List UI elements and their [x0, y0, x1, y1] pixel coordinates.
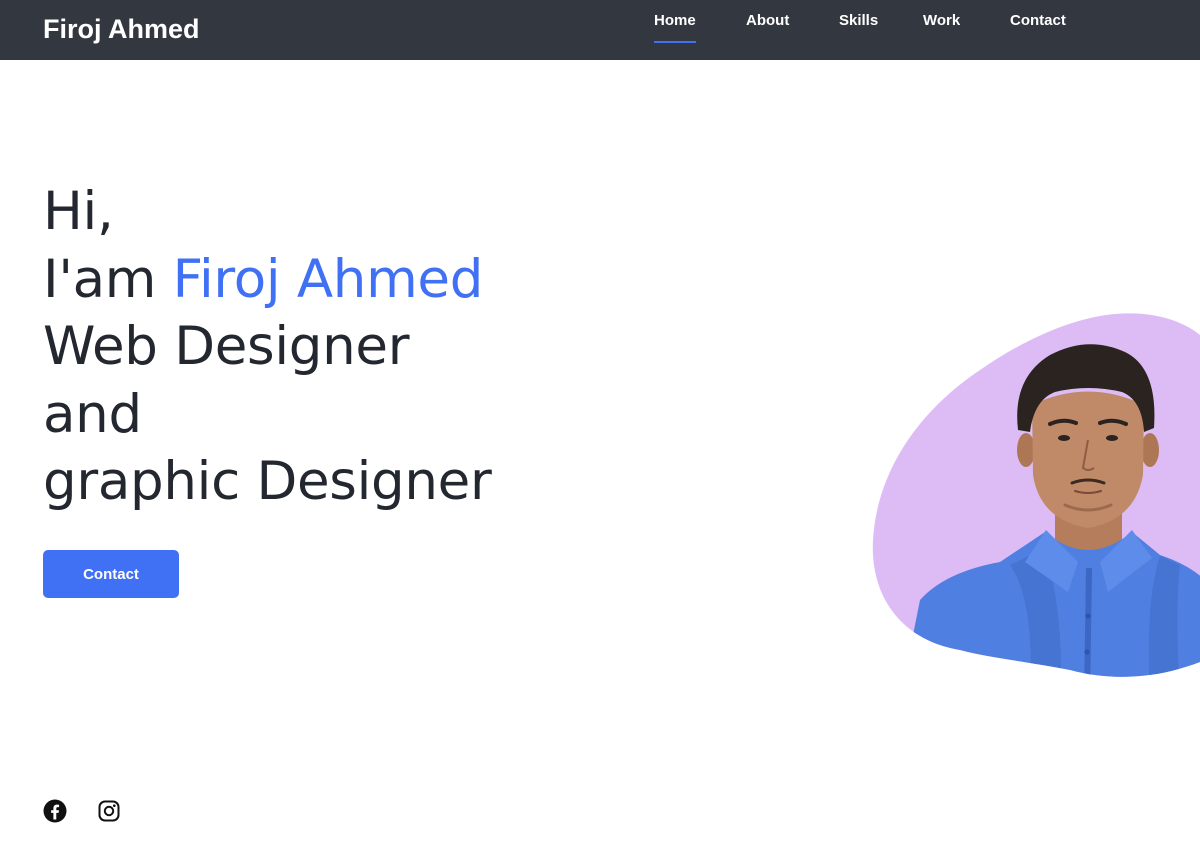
- nav-home[interactable]: Home: [654, 12, 696, 43]
- hero-name: Firoj Ahmed: [172, 248, 484, 310]
- hero-role-1: Web Designer: [43, 316, 410, 377]
- hero-title: Hi, I'am Firoj Ahmed Web Designer and graphi…: [43, 178, 492, 516]
- instagram-icon: [98, 800, 120, 822]
- facebook-link[interactable]: [43, 799, 67, 823]
- site-header: Firoj Ahmed Home About Skills Work Conta…: [0, 0, 1200, 60]
- profile-image: [860, 300, 1200, 690]
- nav-skills[interactable]: Skills: [839, 12, 878, 30]
- hero-intro: I'am: [43, 248, 173, 310]
- nav-work[interactable]: Work: [923, 12, 960, 30]
- profile-illustration: [872, 313, 1200, 677]
- hero-greeting: Hi,: [43, 181, 114, 242]
- instagram-link[interactable]: [97, 799, 121, 823]
- hero-conjunction: and: [43, 383, 142, 445]
- contact-button[interactable]: Contact: [43, 550, 179, 598]
- nav-about[interactable]: About: [746, 12, 789, 30]
- hero-role-2: graphic Designer: [43, 451, 492, 512]
- site-logo[interactable]: Firoj Ahmed: [43, 13, 200, 45]
- nav-contact[interactable]: Contact: [1010, 12, 1066, 30]
- facebook-icon: [43, 799, 67, 823]
